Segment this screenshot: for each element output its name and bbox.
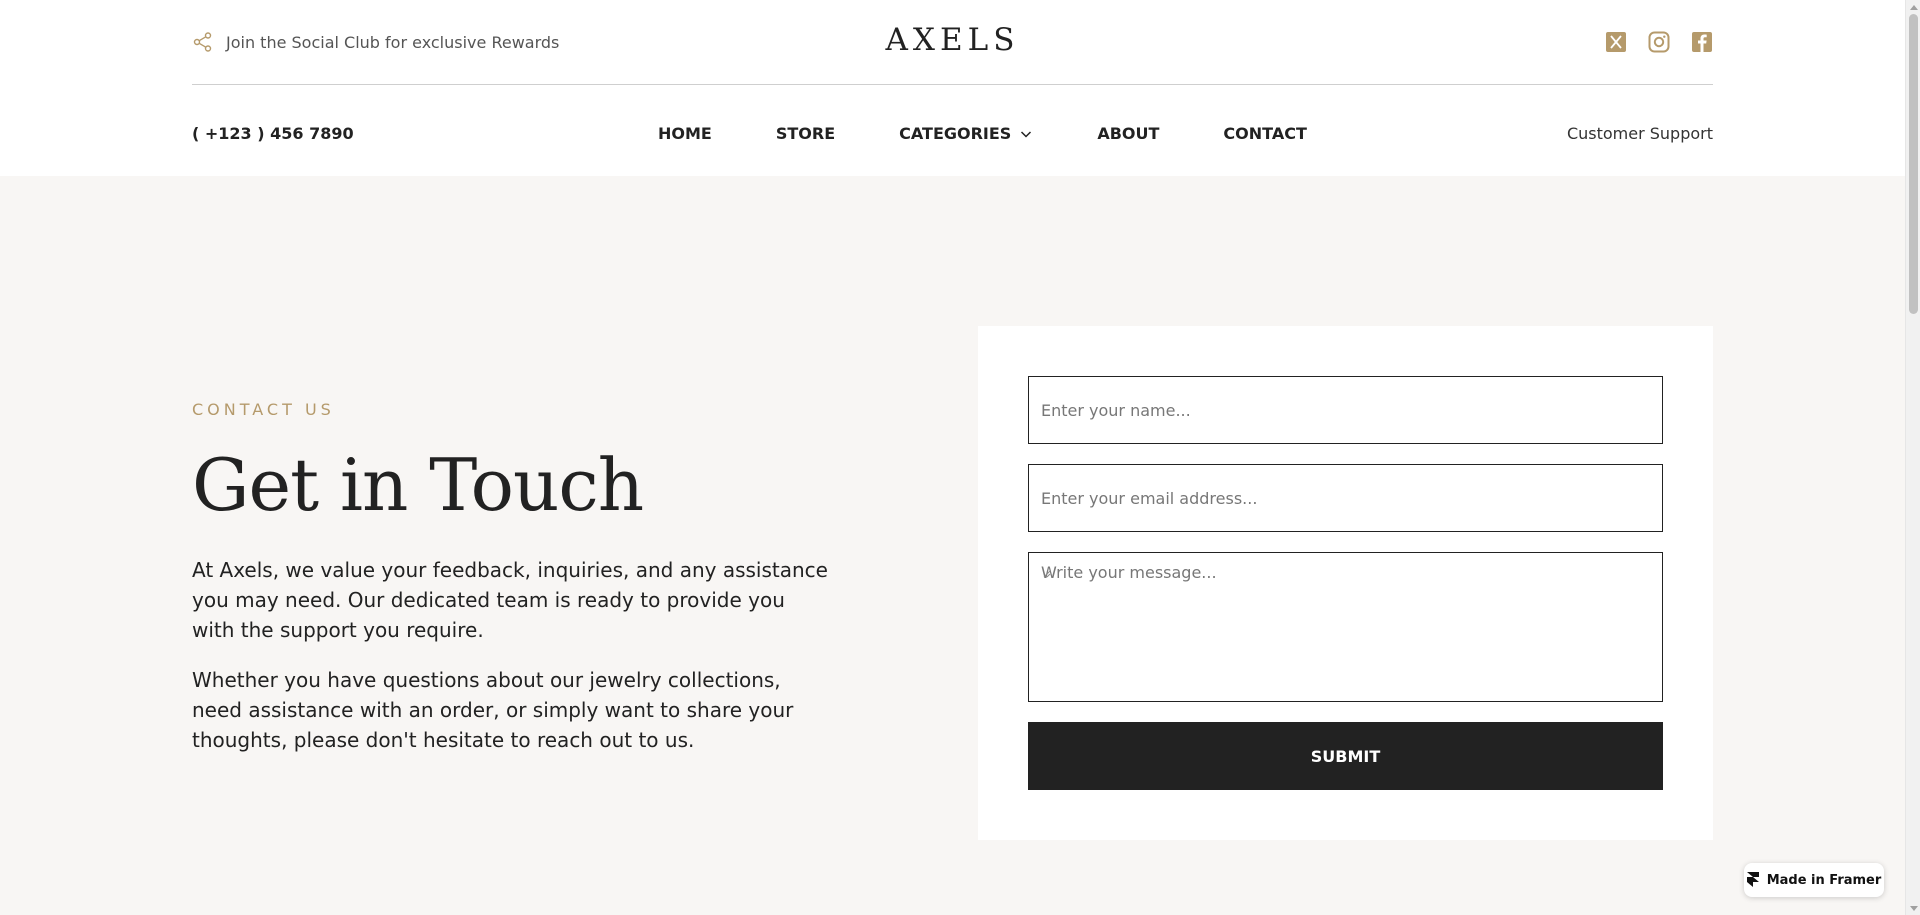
nav-store[interactable]: STORE [776, 124, 835, 143]
x-twitter-icon[interactable] [1604, 30, 1627, 53]
message-placeholder: Write your message... [1041, 563, 1217, 582]
scroll-up-arrow-icon[interactable] [1909, 2, 1918, 11]
contact-form-card: Enter your name... Enter your email addr… [978, 326, 1713, 840]
social-club-text: Join the Social Club for exclusive Rewar… [226, 32, 560, 52]
chevron-down-icon [1019, 127, 1033, 141]
social-club-link[interactable]: Join the Social Club for exclusive Rewar… [192, 30, 559, 54]
site-header: Join the Social Club for exclusive Rewar… [0, 0, 1905, 176]
intro-paragraph-2: Whether you have questions about our jew… [192, 668, 794, 752]
nav-about-label: ABOUT [1097, 124, 1160, 143]
name-input[interactable]: Enter your name... [1028, 376, 1663, 444]
customer-support-link[interactable]: Customer Support [1567, 124, 1713, 143]
nav-store-label: STORE [775, 124, 836, 143]
nav-categories[interactable]: CATEGORIES [899, 124, 1033, 143]
resize-handle-icon[interactable] [1041, 563, 1051, 578]
facebook-icon[interactable] [1690, 30, 1713, 53]
nav-categories-label: CATEGORIES [899, 124, 1012, 143]
email-input[interactable]: Enter your email address... [1028, 464, 1663, 532]
badge-label: Made in Framer [1766, 872, 1882, 888]
nav-about[interactable]: ABOUT [1097, 124, 1159, 143]
email-placeholder: Enter your email address... [1041, 489, 1258, 508]
phone-number[interactable]: ( +123 ) 456 7890 [192, 124, 354, 143]
share-icon [192, 31, 214, 53]
nav-contact-label: CONTACT [1223, 124, 1307, 143]
social-links [1604, 30, 1713, 53]
contact-eyebrow: CONTACT US [192, 400, 335, 419]
page-title: Get in Touch [192, 443, 644, 527]
main-navbar: ( +123 ) 456 7890 HOME STORE CATEGORIES … [192, 86, 1713, 176]
top-bar: Join the Social Club for exclusive Rewar… [192, 0, 1713, 85]
nav-contact[interactable]: CONTACT [1223, 124, 1306, 143]
nav-home[interactable]: HOME [658, 124, 712, 143]
site-logo[interactable]: AXELS [886, 22, 1020, 58]
submit-button[interactable]: SUBMIT [1028, 722, 1663, 790]
instagram-icon[interactable] [1647, 30, 1670, 53]
main-nav: HOME STORE CATEGORIES ABOUT CONTACT [658, 124, 1307, 143]
framer-logo-icon [1746, 872, 1759, 888]
made-in-framer-badge[interactable]: Made in Framer [1744, 863, 1884, 897]
contact-intro: CONTACT US Get in Touch At Axels, we val… [192, 400, 832, 755]
page-scrollbar[interactable] [1905, 0, 1920, 915]
nav-home-label: HOME [658, 124, 712, 143]
intro-paragraph-1: At Axels, we value your feedback, inquir… [192, 558, 828, 642]
message-textarea[interactable]: Write your message... [1028, 552, 1663, 702]
scroll-down-arrow-icon[interactable] [1909, 904, 1918, 913]
name-placeholder: Enter your name... [1041, 401, 1191, 420]
scroll-thumb[interactable] [1909, 14, 1918, 314]
